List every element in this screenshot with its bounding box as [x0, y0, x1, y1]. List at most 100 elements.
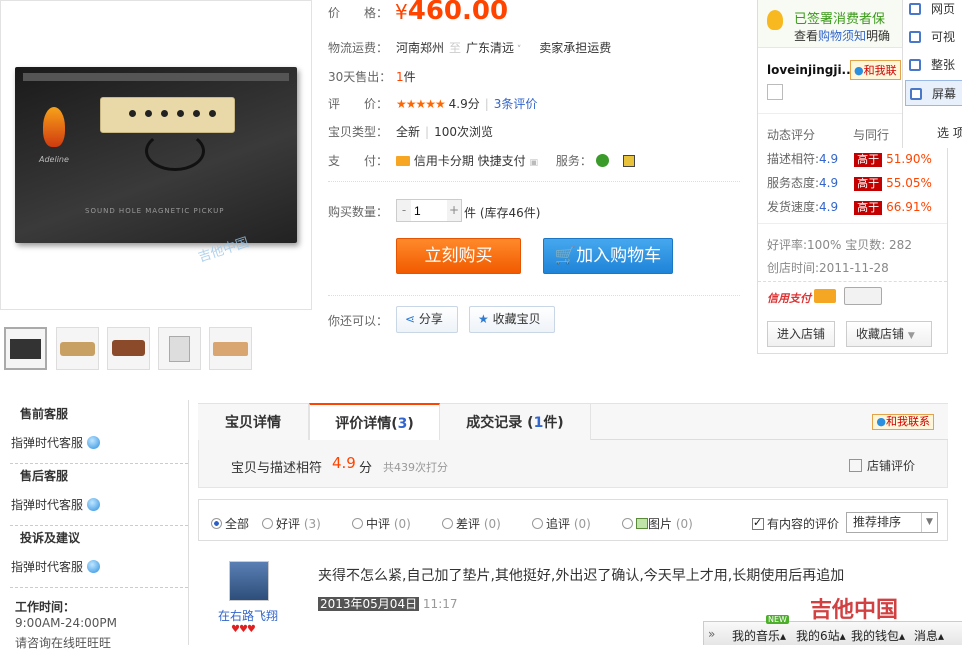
thumbnail-4[interactable] [158, 327, 201, 370]
float-item-whole[interactable]: 整张 [909, 56, 955, 73]
product-box-photo: Adeline SOUND HOLE MAGNETIC PICKUP [15, 67, 297, 243]
badge-icon [844, 287, 882, 305]
sold-count: 1件 [396, 70, 416, 84]
stock-info: 件 (库存46件) [464, 206, 541, 220]
dyn-score-label: 动态评分 [767, 128, 816, 142]
type-label: 宝贝类型： [328, 125, 389, 139]
tab-detail[interactable]: 宝贝详情 [198, 404, 309, 441]
after-sale-contact[interactable]: 指弹时代客服 [11, 496, 101, 513]
thumbnail-2[interactable] [56, 327, 99, 370]
guarantee-text: 已签署消费者保 [794, 12, 886, 27]
qty-minus-button[interactable]: - [397, 200, 411, 221]
shop-reviews-link[interactable]: 店铺评价 [849, 457, 915, 474]
brand-text: Adeline [39, 155, 69, 164]
screenshot-float-menu: 网页 可视 整张 屏幕 选 项 [902, 0, 962, 148]
qty-label: 购买数量： [328, 205, 389, 219]
quantity-stepper: - + [396, 199, 462, 222]
pay-label: 支 付： [328, 154, 389, 168]
sort-select[interactable]: 推荐排序 ▼ [846, 512, 938, 533]
chevron-down-icon: ▼ [907, 331, 915, 341]
notice-link[interactable]: 购物须知 [818, 29, 866, 43]
filter-images[interactable]: 图片 (0) [622, 515, 693, 532]
collapse-arrow-icon[interactable]: » [708, 627, 715, 641]
score-row: 描述相符:4.9 高于 51.90% [767, 152, 932, 167]
filter-all[interactable]: 全部 [211, 515, 249, 532]
toolbar-music[interactable]: 我的音乐▴ [732, 627, 786, 644]
avatar [767, 84, 783, 100]
qty-plus-button[interactable]: + [447, 200, 461, 221]
rating-stars: ★★★★★ [396, 97, 446, 111]
favorite-button[interactable]: ★ 收藏宝贝 [469, 306, 555, 333]
new-badge: NEW [766, 615, 789, 624]
tab-deals[interactable]: 成交记录 (1件) [440, 404, 591, 441]
buy-now-button[interactable]: 立刻购买 [396, 238, 521, 274]
thumbnail-5[interactable] [209, 327, 252, 370]
service-7day-icon [595, 154, 609, 167]
review-text: 夹得不怎么紧,自己加了垫片,其他挺好,外出迟了确认,今天早上才用,长期使用后再追… [318, 568, 845, 584]
shop-icon [849, 459, 862, 472]
site-watermark-logo: 吉他中国 [810, 598, 899, 623]
installment-link[interactable]: 信用卡分期 [414, 154, 474, 168]
shipping-info: 河南郑州至广东清远 ˅ 卖家承担运费 [396, 41, 612, 55]
filter-bad[interactable]: 差评 (0) [442, 515, 501, 532]
complaint-contact[interactable]: 指弹时代客服 [11, 558, 101, 575]
capture-icon [909, 59, 921, 71]
share-button[interactable]: ⋖ 分享 [396, 306, 458, 333]
reviewer-name[interactable]: 在右路飞翔 [218, 607, 278, 624]
pickup-image [100, 97, 235, 133]
main-product-image[interactable]: Adeline SOUND HOLE MAGNETIC PICKUP 吉他中国 [0, 0, 312, 310]
wangwang-icon: ● [876, 415, 886, 428]
review-filters: 全部 好评 (3) 中评 (0) 差评 (0) 追评 (0) 图片 (0) 有内… [198, 499, 948, 541]
wangwang-icon [87, 498, 101, 511]
image-icon [636, 518, 648, 529]
reviewer-avatar[interactable] [229, 561, 269, 601]
capture-icon [910, 88, 922, 100]
reviewer-level-hearts: ♥♥♥ [231, 624, 256, 635]
chevron-down-icon: ▼ [921, 513, 937, 532]
thumbnail-3[interactable] [107, 327, 150, 370]
brand-flame-logo [43, 107, 65, 147]
contact-seller-button[interactable]: ●和我联 [850, 60, 901, 80]
filter-followup[interactable]: 追评 (0) [532, 515, 591, 532]
float-item-screen[interactable]: 屏幕 [905, 80, 962, 106]
toolbar-messages[interactable]: 消息▴ [914, 627, 944, 644]
purchase-notice: 查看购物须知明确 [794, 29, 891, 43]
thumbnail-1[interactable] [4, 327, 47, 370]
rating-label: 评 价： [328, 97, 389, 111]
share-icon: ⋖ [405, 312, 416, 326]
reviews-link[interactable]: 3条评价 [494, 97, 538, 111]
favorite-shop-button[interactable]: 收藏店铺 ▼ [846, 321, 932, 347]
pre-sale-title: 售前客服 [20, 407, 69, 421]
shop-created: 创店时间:2011-11-28 [767, 261, 889, 275]
quantity-input[interactable] [411, 201, 447, 220]
sold-label: 30天售出： [328, 70, 392, 84]
float-item-webpage[interactable]: 网页 [909, 0, 955, 17]
seller-name[interactable]: loveinjingji... [767, 63, 855, 77]
float-options[interactable]: 选 项 [937, 124, 962, 141]
rating: ★★★★★ 4.9分 | 3条评价 [396, 97, 538, 111]
tab-reviews[interactable]: 评价详情(3) [309, 403, 440, 441]
shipping-destination[interactable]: 广东清远 [466, 41, 514, 55]
credit-card-icon [396, 156, 410, 166]
price-label: 价 格： [328, 6, 389, 20]
filter-mid[interactable]: 中评 (0) [352, 515, 411, 532]
hours-title: 工作时间： [15, 600, 76, 614]
detail-tabs: 宝贝详情 评价详情(3) 成交记录 (1件) ●和我联系 [198, 403, 948, 441]
price: ¥460.00 [395, 0, 509, 26]
toolbar-wallet[interactable]: 我的钱包▴ [851, 627, 905, 644]
add-to-cart-button[interactable]: 🛒加入购物车 [543, 238, 673, 274]
guarantee-icon [767, 10, 783, 30]
capture-icon [909, 31, 921, 43]
bottom-toolbar: » 我的音乐▴ NEW 我的6站▴ 我的钱包▴ 消息▴ [703, 615, 962, 645]
toolbar-site[interactable]: 我的6站▴ [796, 627, 846, 644]
float-item-visible[interactable]: 可视 [909, 28, 955, 45]
pre-sale-contact[interactable]: 指弹时代客服 [11, 434, 101, 451]
service-badge-icon [622, 155, 635, 167]
filter-good[interactable]: 好评 (3) [262, 515, 321, 532]
payment-options: 信用卡分期 快捷支付 ▣ 服务： [396, 152, 635, 169]
credit-pay-logo: 信用支付 [767, 292, 811, 305]
filter-has-content[interactable]: 有内容的评价 [752, 515, 839, 532]
compare-label: 与同行 [853, 128, 890, 142]
enter-shop-button[interactable]: 进入店铺 [767, 321, 836, 347]
contact-button[interactable]: ●和我联系 [872, 414, 934, 430]
